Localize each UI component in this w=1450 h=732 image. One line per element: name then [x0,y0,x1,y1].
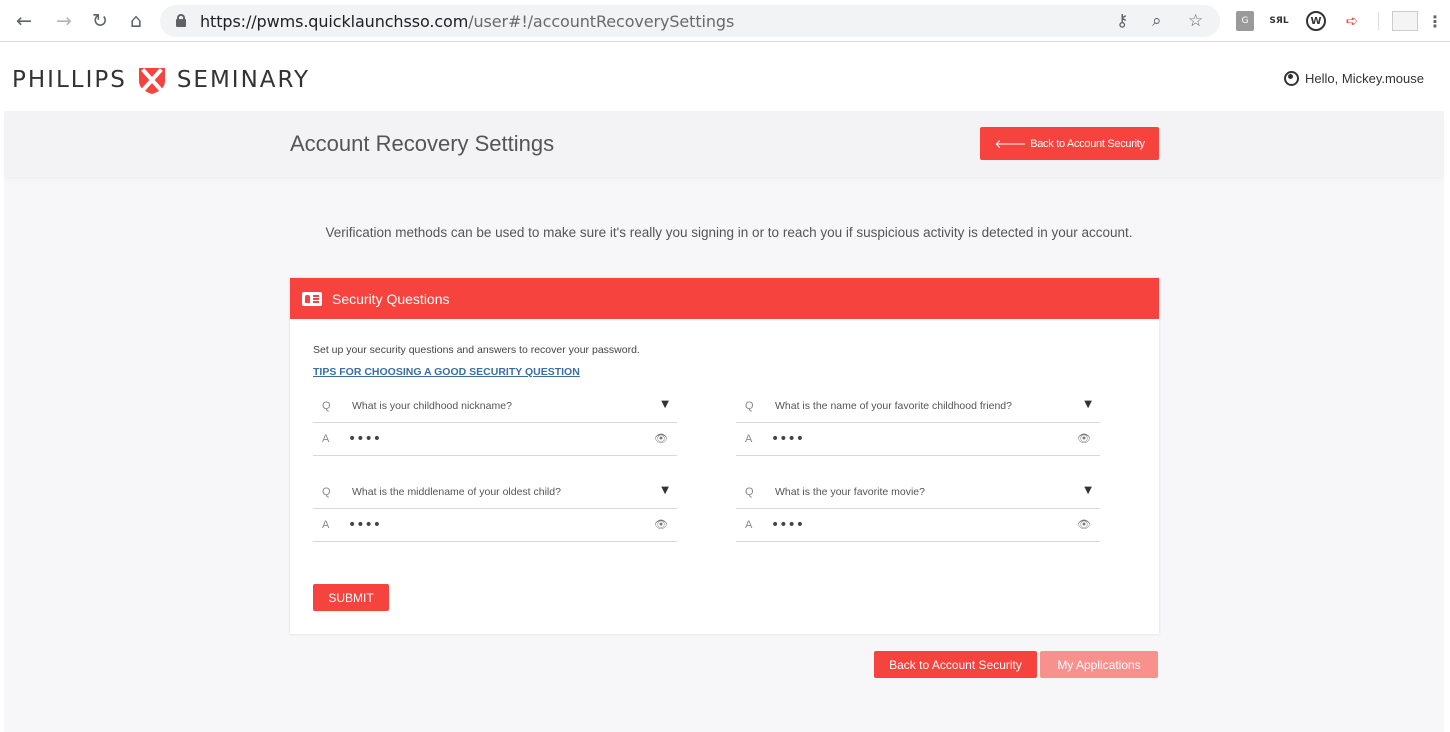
intro-text: Verification methods can be used to make… [325,225,1133,240]
question-select-1[interactable]: Q What is your childhood nickname? ▼ [313,393,677,423]
q-prefix: Q [322,486,331,498]
zoom-icon[interactable]: ⌕ [1152,11,1162,31]
answer-field-3[interactable]: A •••• 👁 [313,512,677,542]
a-prefix: A [322,433,330,445]
my-applications-button[interactable]: My Applications [1040,651,1158,678]
answer-field-4[interactable]: A •••• 👁 [736,512,1100,542]
extension-w-icon[interactable]: W [1306,11,1326,31]
answer-mask: •••• [771,517,805,533]
answer-mask: •••• [348,431,382,447]
page-title: Account Recovery Settings [290,131,555,156]
answer-field-2[interactable]: A •••• 👁 [736,426,1100,456]
a-prefix: A [745,433,753,445]
caret-down-icon: ▼ [1084,399,1092,410]
caret-down-icon: ▼ [1084,485,1092,496]
question-select-2[interactable]: Q What is the name of your favorite chil… [736,393,1100,423]
extension-g-icon[interactable]: G [1236,11,1254,31]
caret-down-icon: ▼ [661,485,669,496]
card-title: Security Questions [332,291,450,307]
extension-arrow-icon[interactable]: ➪ [1342,11,1362,31]
q-prefix: Q [322,400,331,412]
security-questions-card: Security Questions Set up your security … [290,278,1159,634]
answer-mask: •••• [771,431,805,447]
answer-field-1[interactable]: A •••• 👁 [313,426,677,456]
star-icon[interactable]: ☆ [1188,11,1203,31]
forward-arrow-icon[interactable]: → [52,9,76,33]
browser-toolbar: ← → ↻ ⌂ https://pwms.quicklaunchsso.com/… [0,0,1450,42]
question-text: What is the middlename of your oldest ch… [352,486,561,498]
question-text: What is the your favorite movie? [775,486,925,498]
submit-button[interactable]: SUBMIT [313,584,389,611]
logo-text-right: SEMINARY [176,67,311,93]
question-text: What is your childhood nickname? [352,400,512,412]
tips-link[interactable]: TIPS FOR CHOOSING A GOOD SECURITY QUESTI… [313,366,580,378]
eye-icon[interactable]: 👁 [1077,518,1091,531]
back-arrow-icon[interactable]: ← [12,9,36,33]
title-bar: Account Recovery Settings 🡐 Back to Acco… [4,111,1444,177]
site-header: PHILLIPS SEMINARY Hello, Mickey.mouse [0,43,1450,111]
extension-badge-icon[interactable] [1392,11,1418,31]
logo-x-icon [137,65,167,95]
main-content: Account Recovery Settings 🡐 Back to Acco… [4,111,1444,732]
address-bar[interactable]: https://pwms.quicklaunchsso.com/user#!/a… [160,5,1220,37]
card-description: Set up your security questions and answe… [313,344,640,356]
reload-icon[interactable]: ↻ [88,9,112,33]
eye-icon[interactable]: 👁 [654,518,668,531]
question-select-3[interactable]: Q What is the middlename of your oldest … [313,479,677,509]
toolbar-divider [1378,12,1379,30]
answer-mask: •••• [348,517,382,533]
home-icon[interactable]: ⌂ [124,9,148,33]
question-select-4[interactable]: Q What is the your favorite movie? ▼ [736,479,1100,509]
eye-icon[interactable]: 👁 [1077,432,1091,445]
id-card-icon [302,292,322,306]
url-text: https://pwms.quicklaunchsso.com/user#!/a… [200,12,735,31]
user-greeting: Hello, Mickey.mouse [1305,71,1424,86]
user-menu[interactable]: Hello, Mickey.mouse [1284,71,1424,86]
back-to-account-security-label: Back to Account Security [1030,137,1145,150]
back-to-account-security-button[interactable]: 🡐 Back to Account Security [980,127,1159,160]
a-prefix: A [745,519,753,531]
question-text: What is the name of your favorite childh… [775,400,1012,412]
lock-icon [176,14,186,27]
menu-icon[interactable]: ⋮ [1427,11,1443,31]
a-prefix: A [322,519,330,531]
key-icon[interactable]: ⚷ [1116,11,1128,31]
arrow-left-icon: 🡐 [994,137,1027,151]
extension-srl-icon[interactable]: SЯL [1268,11,1290,31]
q-prefix: Q [745,486,754,498]
site-logo[interactable]: PHILLIPS SEMINARY [12,65,310,95]
eye-icon[interactable]: 👁 [654,432,668,445]
logo-text-left: PHILLIPS [12,67,127,93]
back-to-account-security-bottom-button[interactable]: Back to Account Security [874,651,1037,678]
user-icon [1284,71,1300,86]
card-header: Security Questions [290,278,1159,319]
q-prefix: Q [745,400,754,412]
caret-down-icon: ▼ [661,399,669,410]
